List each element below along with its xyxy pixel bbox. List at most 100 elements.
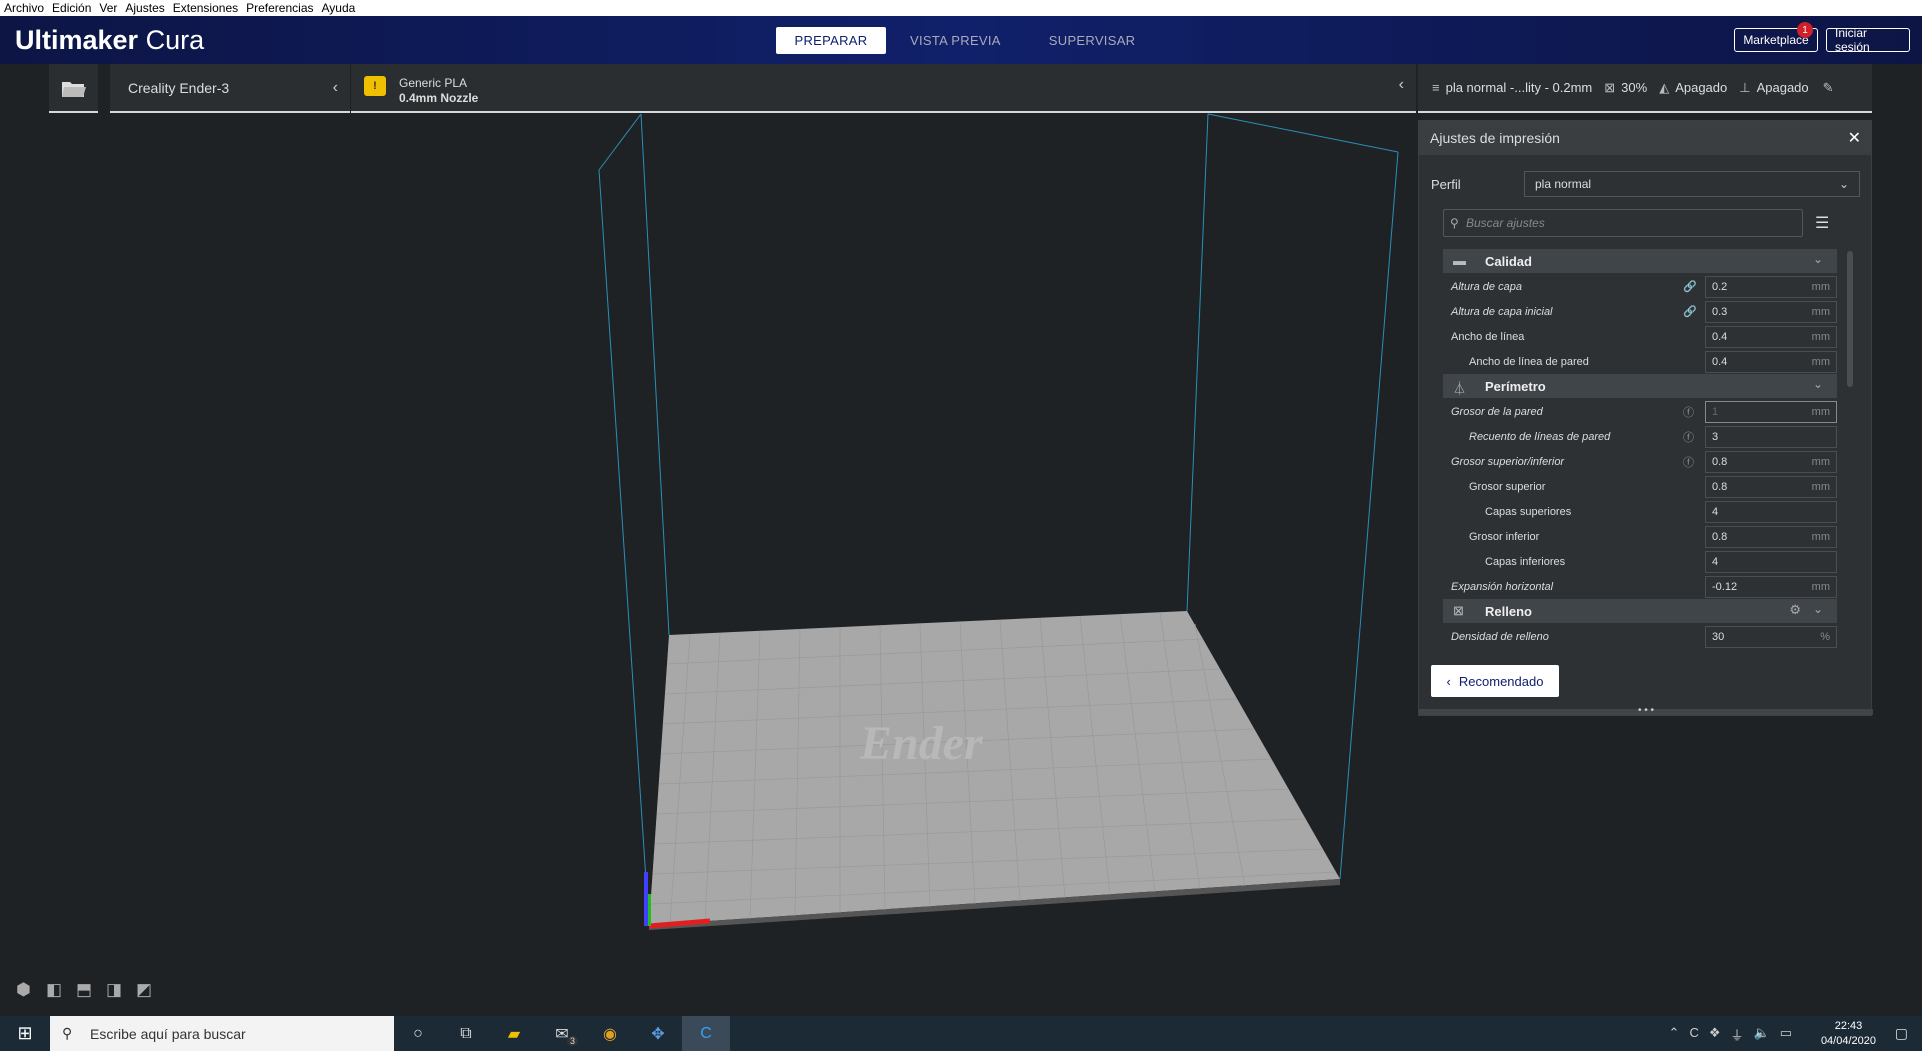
setting-label: Densidad de relleno	[1451, 630, 1549, 643]
taskbar-clock[interactable]: 22:43 04/04/2020	[1821, 1019, 1876, 1049]
tab-supervisar[interactable]: SUPERVISAR	[1025, 27, 1160, 54]
mail-badge: 3	[566, 1036, 578, 1046]
material-selector[interactable]: ! Generic PLA 0.4mm Nozzle ‹	[351, 64, 1416, 113]
setting-row: Grosor superior/inferior ⓕ 0.8 mm	[1443, 449, 1837, 474]
setting-row: Grosor de la pared ⓕ 1 mm	[1443, 399, 1837, 424]
panel-title: Ajustes de impresión	[1430, 130, 1560, 146]
cortana-icon[interactable]: ○	[394, 1016, 442, 1051]
menu-edicion[interactable]: Edición	[52, 1, 91, 15]
printer-selector[interactable]: Creality Ender-3 ‹	[110, 64, 350, 113]
setting-row: Capas inferiores 4	[1443, 549, 1837, 574]
settings-menu-icon[interactable]: ☰	[1815, 213, 1829, 233]
setting-input[interactable]: 0.8 mm	[1705, 450, 1837, 473]
usb-icon[interactable]: ⏚	[1731, 1025, 1744, 1044]
setting-label: Grosor de la pared	[1451, 405, 1543, 418]
setting-row: Grosor superior 0.8 mm	[1443, 474, 1837, 499]
chevron-left-icon: ‹	[1398, 76, 1404, 93]
setting-input[interactable]: -0.12 mm	[1705, 575, 1837, 598]
chrome-icon[interactable]: ◉	[586, 1016, 634, 1051]
profile-select[interactable]: pla normal ⌄	[1524, 171, 1860, 197]
link-icon: 🔗	[1683, 306, 1697, 318]
setting-row: Ancho de línea 0.4 mm	[1443, 324, 1837, 349]
setting-label: Ancho de línea de pared	[1469, 355, 1589, 368]
setting-input[interactable]: 0.4 mm	[1705, 325, 1837, 348]
setting-input[interactable]: 30%	[1705, 625, 1837, 648]
setting-input[interactable]: 0.2 mm	[1705, 275, 1837, 298]
setting-row: Recuento de líneas de pared ⓕ 3	[1443, 424, 1837, 449]
setting-input[interactable]: 1 mm	[1705, 400, 1837, 423]
category-calidad[interactable]: ▬ Calidad ⌄	[1443, 249, 1837, 273]
network-icon[interactable]: ▭	[1780, 1025, 1792, 1044]
setting-label: Altura de capa inicial	[1451, 305, 1553, 318]
file-explorer-icon[interactable]: ▰	[490, 1016, 538, 1051]
setting-label: Expansión horizontal	[1451, 580, 1554, 593]
login-button[interactable]: Iniciar sesión	[1826, 26, 1910, 54]
settings-scrollbar[interactable]	[1847, 251, 1853, 387]
volume-icon[interactable]: 🔈	[1754, 1025, 1770, 1044]
cura-taskbar-icon[interactable]: C	[682, 1016, 730, 1051]
build-plate	[649, 611, 1340, 925]
right-view-icon[interactable]: ◩	[136, 980, 154, 1000]
front-view-icon[interactable]: ◧	[46, 980, 64, 1000]
mail-icon[interactable]: ✉ 3	[538, 1016, 586, 1051]
setting-label: Capas inferiores	[1485, 555, 1566, 568]
clock-date: 04/04/2020	[1820, 1035, 1876, 1047]
setting-input[interactable]: 0.4 mm	[1705, 350, 1837, 373]
tab-preparar[interactable]: PREPARAR	[776, 27, 886, 54]
gear-icon[interactable]: ⚙	[1789, 602, 1801, 618]
category-label: Relleno	[1485, 603, 1532, 619]
search-icon: ⚲	[62, 1025, 73, 1041]
function-icon: ⓕ	[1683, 406, 1694, 419]
setting-input[interactable]: 0.3 mm	[1705, 300, 1837, 323]
setting-input[interactable]: 3	[1705, 425, 1837, 448]
folder-icon	[61, 81, 86, 97]
setting-label: Grosor superior	[1469, 480, 1546, 493]
clock-time: 22:43	[1834, 1020, 1863, 1032]
app-icon[interactable]: ✥	[634, 1016, 682, 1051]
edit-icon[interactable]: ✎	[1823, 80, 1834, 96]
search-icon: ⚲	[1450, 216, 1459, 230]
left-view-icon[interactable]: ◨	[106, 980, 124, 1000]
cura-tray-icon[interactable]: C	[1689, 1025, 1698, 1044]
menu-extensiones[interactable]: Extensiones	[173, 1, 238, 15]
open-file-button[interactable]	[49, 64, 98, 113]
taskbar-search-input[interactable]: ⚲ Escribe aquí para buscar	[50, 1016, 394, 1051]
category-relleno[interactable]: ⊠ Relleno ⚙ ⌄	[1443, 599, 1837, 623]
setting-row: Densidad de relleno 30%	[1443, 624, 1837, 649]
menu-preferencias[interactable]: Preferencias	[246, 1, 313, 15]
windows-taskbar: ⊞ ⚲ Escribe aquí para buscar ○ ⧉ ▰ ✉ 3 ◉ …	[0, 1016, 1922, 1051]
tab-vista-previa[interactable]: VISTA PREVIA	[886, 27, 1025, 54]
setting-input[interactable]: 4	[1705, 550, 1837, 573]
menu-ver[interactable]: Ver	[99, 1, 117, 15]
task-view-icon[interactable]: ⧉	[442, 1016, 490, 1051]
setting-input[interactable]: 4	[1705, 500, 1837, 523]
setting-input[interactable]: 0.8 mm	[1705, 475, 1837, 498]
infill-icon: ⊠	[1453, 603, 1464, 618]
close-icon[interactable]: ✕	[1848, 128, 1861, 148]
recommended-button[interactable]: ‹ Recomendado	[1431, 665, 1559, 697]
menu-archivo[interactable]: Archivo	[4, 1, 44, 15]
marketplace-button[interactable]: Marketplace 1	[1734, 22, 1818, 52]
menu-bar: Archivo Edición Ver Ajustes Extensiones …	[0, 0, 1922, 16]
chevron-down-icon: ⌄	[1812, 377, 1823, 391]
notification-badge: 1	[1797, 22, 1813, 38]
panel-resize-handle[interactable]: • • •	[1419, 706, 1873, 716]
camera-view-controls: ⬢ ◧ ⬒ ◨ ◩	[16, 980, 154, 1000]
layer-height-icon: ▬	[1453, 253, 1466, 268]
ender-logo: Ender	[859, 717, 984, 770]
setting-row: Altura de capa 🔗 0.2 mm	[1443, 274, 1837, 299]
notifications-icon[interactable]: ▢	[1895, 1025, 1908, 1042]
top-view-icon[interactable]: ⬒	[76, 980, 94, 1000]
dropbox-icon[interactable]: ❖	[1709, 1025, 1721, 1044]
menu-ayuda[interactable]: Ayuda	[322, 1, 356, 15]
infill-icon: ⊠	[1604, 79, 1616, 95]
chevron-up-icon[interactable]: ⌃	[1669, 1025, 1680, 1044]
print-settings-summary[interactable]: ≡ pla normal -...lity - 0.2mm ⊠ 30% ◭ Ap…	[1418, 64, 1872, 113]
windows-start-icon[interactable]: ⊞	[0, 1016, 50, 1051]
category-perimetro[interactable]: ⏃ Perímetro ⌄	[1443, 374, 1837, 398]
menu-ajustes[interactable]: Ajustes	[125, 1, 164, 15]
setting-row: Capas superiores 4	[1443, 499, 1837, 524]
3d-view-icon[interactable]: ⬢	[16, 980, 34, 1000]
setting-input[interactable]: 0.8 mm	[1705, 525, 1837, 548]
settings-search-input[interactable]: ⚲ Buscar ajustes	[1443, 209, 1803, 237]
